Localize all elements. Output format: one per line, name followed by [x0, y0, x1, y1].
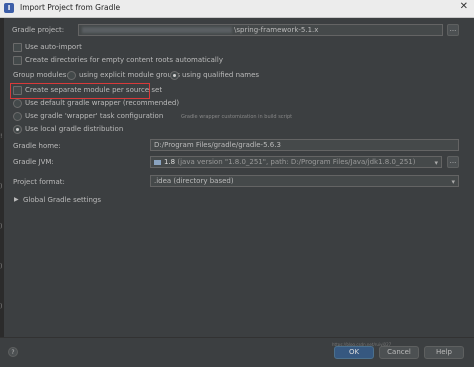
group-modules-label: Group modules:: [13, 71, 69, 79]
ok-button[interactable]: OK: [334, 346, 374, 359]
local-dist-label: Use local gradle distribution: [25, 125, 124, 133]
jvm-detail: (java version "1.8.0_251", path: D:/Prog…: [177, 158, 416, 166]
help-button[interactable]: Help: [424, 346, 464, 359]
folder-icon: [154, 159, 161, 165]
chevron-down-icon: ▾: [434, 159, 438, 167]
project-format-value: .idea (directory based): [154, 177, 234, 185]
gradle-home-field[interactable]: D:/Program Files/gradle/gradle-5.6.3: [150, 139, 459, 151]
auto-import-label: Use auto-import: [25, 43, 82, 51]
group-explicit-label: using explicit module groups: [79, 71, 180, 79]
chevron-down-icon: ▾: [451, 178, 455, 186]
auto-import-checkbox[interactable]: [13, 43, 22, 52]
gradle-project-value: \spring-framework-5.1.x: [234, 26, 319, 34]
global-settings-toggle[interactable]: Global Gradle settings: [23, 196, 101, 204]
separate-module-label: Create separate module per source set: [25, 86, 163, 94]
default-wrapper-label: Use default gradle wrapper (recommended): [25, 99, 180, 107]
browse-project-button[interactable]: ...: [447, 24, 459, 36]
default-wrapper-radio[interactable]: [13, 99, 22, 108]
gradle-jvm-label: Gradle JVM:: [13, 158, 54, 166]
gradle-home-value: D:/Program Files/gradle/gradle-5.6.3: [154, 141, 281, 149]
gradle-jvm-select[interactable]: 1.8 (java version "1.8.0_251", path: D:/…: [150, 156, 442, 168]
wrapper-task-radio[interactable]: [13, 112, 22, 121]
wrapper-hint: Gradle wrapper customization in build sc…: [181, 114, 293, 120]
create-dirs-checkbox[interactable]: [13, 56, 22, 65]
group-qualified-radio[interactable]: [170, 71, 179, 80]
project-format-label: Project format:: [13, 178, 65, 186]
browse-jvm-button[interactable]: ...: [447, 156, 459, 168]
local-dist-radio[interactable]: [13, 125, 22, 134]
create-dirs-label: Create directories for empty content roo…: [25, 56, 223, 64]
intellij-app-icon: I: [4, 3, 14, 13]
group-qualified-label: using qualified names: [182, 71, 260, 79]
blurred-path: [82, 27, 232, 33]
title-bar: I Import Project from Gradle ✕: [0, 0, 474, 18]
separate-module-checkbox[interactable]: [13, 86, 22, 95]
gradle-project-label: Gradle project:: [12, 26, 65, 34]
wrapper-task-label: Use gradle 'wrapper' task configuration: [25, 112, 164, 120]
project-format-select[interactable]: .idea (directory based) ▾: [150, 175, 459, 187]
gradle-project-field[interactable]: \spring-framework-5.1.x: [78, 24, 443, 36]
left-edge-strip: !)))): [0, 18, 4, 366]
group-explicit-radio[interactable]: [67, 71, 76, 80]
gradle-home-label: Gradle home:: [13, 142, 61, 150]
dialog-footer: ? https://blog.csdn.net/ruiyi027 OK Canc…: [0, 337, 474, 367]
close-icon[interactable]: ✕: [460, 1, 468, 12]
chevron-right-icon[interactable]: ▶: [14, 196, 19, 203]
cancel-button[interactable]: Cancel: [379, 346, 419, 359]
help-question-icon[interactable]: ?: [8, 347, 18, 357]
window-title: Import Project from Gradle: [20, 3, 121, 12]
jvm-version: 1.8: [164, 158, 176, 166]
